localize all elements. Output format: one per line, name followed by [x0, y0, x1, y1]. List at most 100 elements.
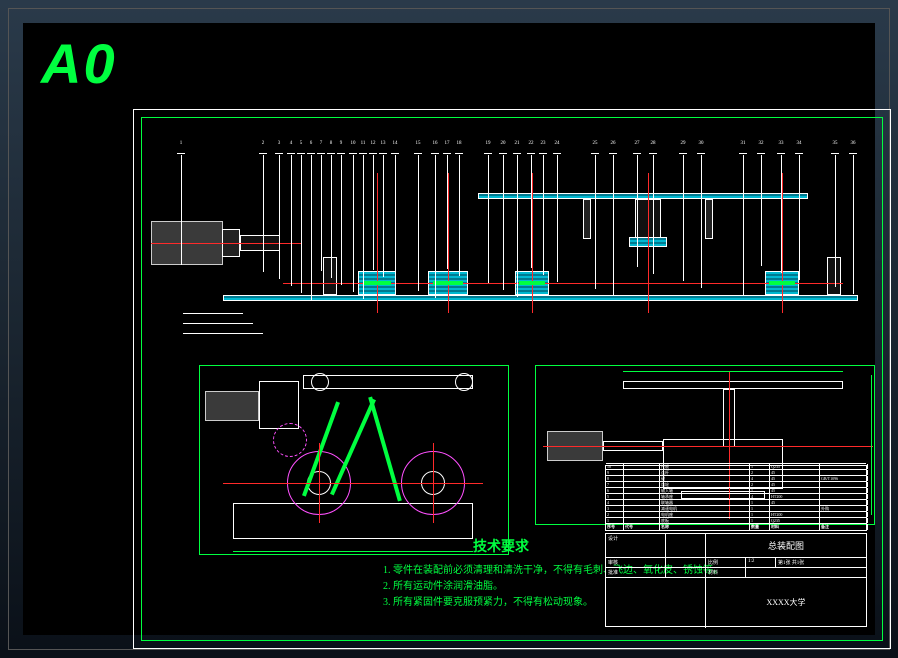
left-bracket [259, 381, 299, 429]
leader-3 [279, 155, 280, 279]
seal-4 [769, 281, 795, 285]
callout-12: 12 [368, 141, 378, 146]
callout-18: 18 [454, 141, 464, 146]
leader-32 [761, 155, 762, 266]
tb-designed-val [666, 534, 706, 557]
leader-27 [637, 155, 638, 267]
callout-26: 26 [608, 141, 618, 146]
leader-13 [383, 155, 384, 277]
callout-28: 28 [648, 141, 658, 146]
column-2 [827, 257, 841, 295]
bom-header-1: 代号 [624, 524, 660, 530]
callout-36: 36 [848, 141, 858, 146]
callout-17: 17 [442, 141, 452, 146]
callout-35: 35 [830, 141, 840, 146]
tb-approved-label: 批准 [606, 568, 666, 577]
leader-38 [183, 323, 253, 324]
spring-pack [273, 423, 307, 457]
callout-6: 6 [306, 141, 316, 146]
leader-12 [373, 155, 374, 270]
callout-13: 13 [378, 141, 388, 146]
callout-19: 19 [483, 141, 493, 146]
leader-8 [331, 155, 332, 278]
tb-scale: 1:2 [746, 558, 776, 567]
callout-10: 10 [348, 141, 358, 146]
leader-36 [853, 155, 854, 294]
callout-32: 32 [756, 141, 766, 146]
tb-designed-label: 设计 [606, 534, 666, 557]
callout-20: 20 [498, 141, 508, 146]
plan-l-axis-v2 [433, 443, 434, 523]
callout-21: 21 [512, 141, 522, 146]
seal-1 [363, 281, 391, 285]
leader-1 [181, 155, 182, 265]
leader-17 [447, 155, 448, 269]
callout-29: 29 [678, 141, 688, 146]
callout-34: 34 [794, 141, 804, 146]
leader-29 [683, 155, 684, 281]
plan-r-dim-t [623, 371, 843, 372]
bom-header-3: 数量 [750, 524, 770, 530]
leader-5 [301, 155, 302, 293]
tb-approved-val [666, 568, 706, 577]
callout-7: 7 [316, 141, 326, 146]
leader-10 [353, 155, 354, 292]
callout-15: 15 [413, 141, 423, 146]
tb-checked-label: 审核 [606, 558, 666, 567]
leader-21 [517, 155, 518, 297]
seal-3 [519, 281, 545, 285]
bom-header-5: 备注 [820, 524, 868, 530]
lower-plate [223, 295, 858, 301]
column-1 [323, 257, 337, 295]
table-top [623, 381, 843, 389]
leader-26 [613, 155, 614, 296]
callout-16: 16 [430, 141, 440, 146]
callout-24: 24 [552, 141, 562, 146]
window-frame: A0 [8, 8, 890, 650]
post-top-1 [583, 199, 591, 239]
callout-2: 2 [258, 141, 268, 146]
leader-34 [799, 155, 800, 280]
leader-22 [531, 155, 532, 268]
title-block: 设计 总装配图 审核 比例 1:2 第1张 共1张 批准 材料 XXXX大学 [605, 533, 867, 627]
bom-header-2: 名称 [660, 524, 750, 530]
leader-35 [835, 155, 836, 287]
leader-9 [341, 155, 342, 285]
leader-33 [781, 155, 782, 273]
tb-material [746, 568, 866, 577]
callout-5: 5 [296, 141, 306, 146]
callout-3: 3 [274, 141, 284, 146]
callout-25: 25 [590, 141, 600, 146]
rocker-pivot-l [311, 373, 329, 391]
callout-9: 9 [336, 141, 346, 146]
seal-2 [433, 281, 463, 285]
callout-8: 8 [326, 141, 336, 146]
tb-checked-val [666, 558, 706, 567]
bom-header-4: 材料 [770, 524, 820, 530]
center-v-2 [448, 173, 449, 313]
rocker-pivot-r [455, 373, 473, 391]
center-v-1 [377, 173, 378, 313]
leader-28 [653, 155, 654, 274]
callout-27: 27 [632, 141, 642, 146]
leader-11 [363, 155, 364, 299]
callout-numbers: 1234567891011121314151617181920212223242… [161, 141, 861, 155]
plan-r-dim-r [871, 375, 872, 515]
callout-22: 22 [526, 141, 536, 146]
callout-23: 23 [538, 141, 548, 146]
leader-37 [183, 313, 243, 314]
callout-31: 31 [738, 141, 748, 146]
center-v-4 [648, 173, 649, 313]
main-view-frame [148, 183, 868, 323]
bom-table: 序号代号名称数量材料备注1底板1Q2352电机座1HT2003减速电机1外购4联… [605, 465, 867, 531]
plan-l-axis-h [223, 483, 483, 484]
center-v-3 [532, 173, 533, 313]
leader-19 [488, 155, 489, 283]
leader-24 [557, 155, 558, 282]
leader-25 [595, 155, 596, 289]
cad-canvas[interactable]: A0 [23, 23, 875, 635]
leader-2 [263, 155, 264, 272]
leader-14 [395, 155, 396, 284]
leader-6 [311, 155, 312, 300]
left-motor-plan [205, 391, 259, 421]
